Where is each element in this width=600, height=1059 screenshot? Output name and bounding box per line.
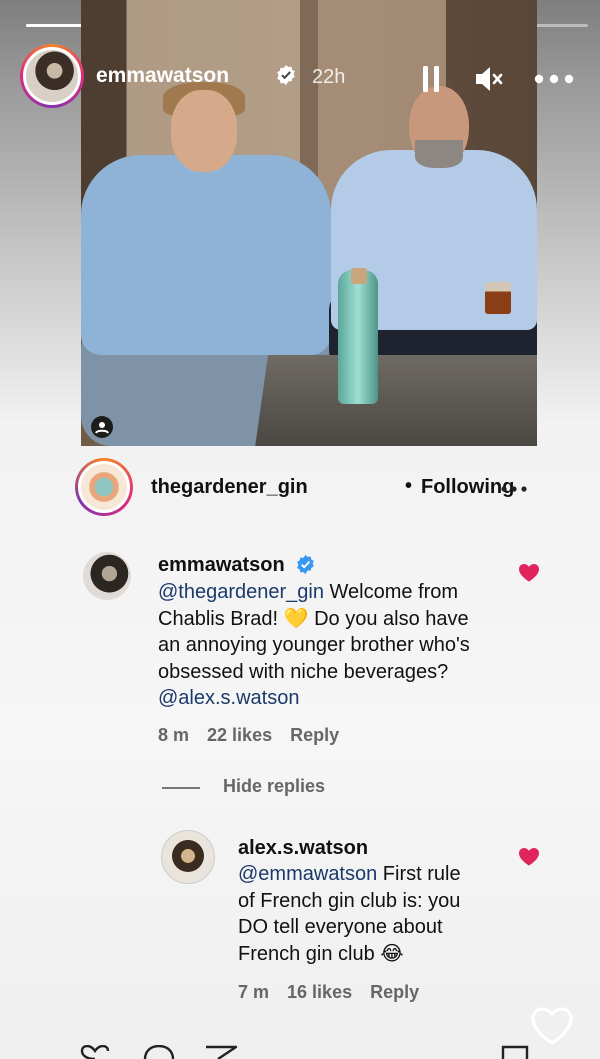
post-account-bar: thegardener_gin • Following: [75, 458, 540, 518]
mention-link[interactable]: @alex.s.watson: [158, 687, 299, 709]
like-story-icon[interactable]: [530, 1006, 574, 1046]
comment-username[interactable]: emmawatson: [158, 554, 285, 577]
commenter-avatar[interactable]: [83, 552, 131, 600]
mute-icon[interactable]: [474, 66, 504, 92]
heart-icon[interactable]: [519, 848, 539, 866]
story-avatar[interactable]: [20, 44, 84, 108]
comment-line: Welcome from: [323, 581, 459, 603]
story-time: 22h: [312, 66, 346, 88]
comment-text: @thegardener_gin Welcome from Chablis Br…: [158, 579, 470, 712]
save-icon[interactable]: [500, 1045, 530, 1059]
tag-people-icon[interactable]: [91, 416, 113, 438]
comment-line: French gin club 😂: [238, 942, 404, 965]
reply-time: 7 m: [238, 982, 270, 1002]
comment-icon[interactable]: [142, 1045, 176, 1059]
reply-meta: 7 m 16 likes Reply: [238, 982, 437, 1003]
post-more-icon[interactable]: [501, 486, 527, 492]
reply-avatar[interactable]: [161, 830, 215, 884]
story-header: emmawatson 22h: [20, 44, 580, 112]
verified-icon: [297, 555, 314, 574]
brand-avatar[interactable]: [75, 458, 133, 516]
post-account-name[interactable]: thegardener_gin: [151, 476, 308, 499]
comment-line: First rule: [377, 863, 461, 885]
story-username[interactable]: emmawatson: [96, 64, 229, 88]
comment-line: an annoying younger brother who's: [158, 634, 470, 656]
reply-username[interactable]: alex.s.watson: [238, 837, 368, 860]
bottom-actions: [0, 1045, 600, 1059]
gin-bottle: [338, 270, 378, 404]
separator-dot: •: [405, 475, 413, 497]
hide-replies-label: Hide replies: [223, 776, 326, 796]
mention-link[interactable]: @emmawatson: [238, 863, 377, 885]
comment-likes[interactable]: 22 likes: [207, 725, 272, 745]
reply-text: @emmawatson First rule of French gin clu…: [238, 861, 461, 967]
verified-icon: [277, 65, 295, 85]
comment-time: 8 m: [158, 725, 190, 745]
more-icon[interactable]: [534, 74, 574, 84]
mention-link[interactable]: @thegardener_gin: [158, 581, 324, 603]
comment-line: of French gin club is: you: [238, 889, 461, 912]
comment-line: DO tell everyone about: [238, 916, 443, 938]
reply-button[interactable]: Reply: [370, 982, 419, 1002]
comment-line: Chablis Brad! 💛 Do you also have: [158, 607, 469, 630]
share-icon[interactable]: [204, 1045, 238, 1059]
comment-meta: 8 m 22 likes Reply: [158, 725, 357, 746]
reply-button[interactable]: Reply: [290, 725, 339, 745]
heart-outline-icon[interactable]: [80, 1045, 110, 1059]
comment-line: obsessed with niche beverages?: [158, 660, 449, 683]
reply-likes[interactable]: 16 likes: [287, 982, 352, 1002]
heart-icon[interactable]: [519, 564, 539, 582]
pause-icon[interactable]: [421, 66, 441, 92]
